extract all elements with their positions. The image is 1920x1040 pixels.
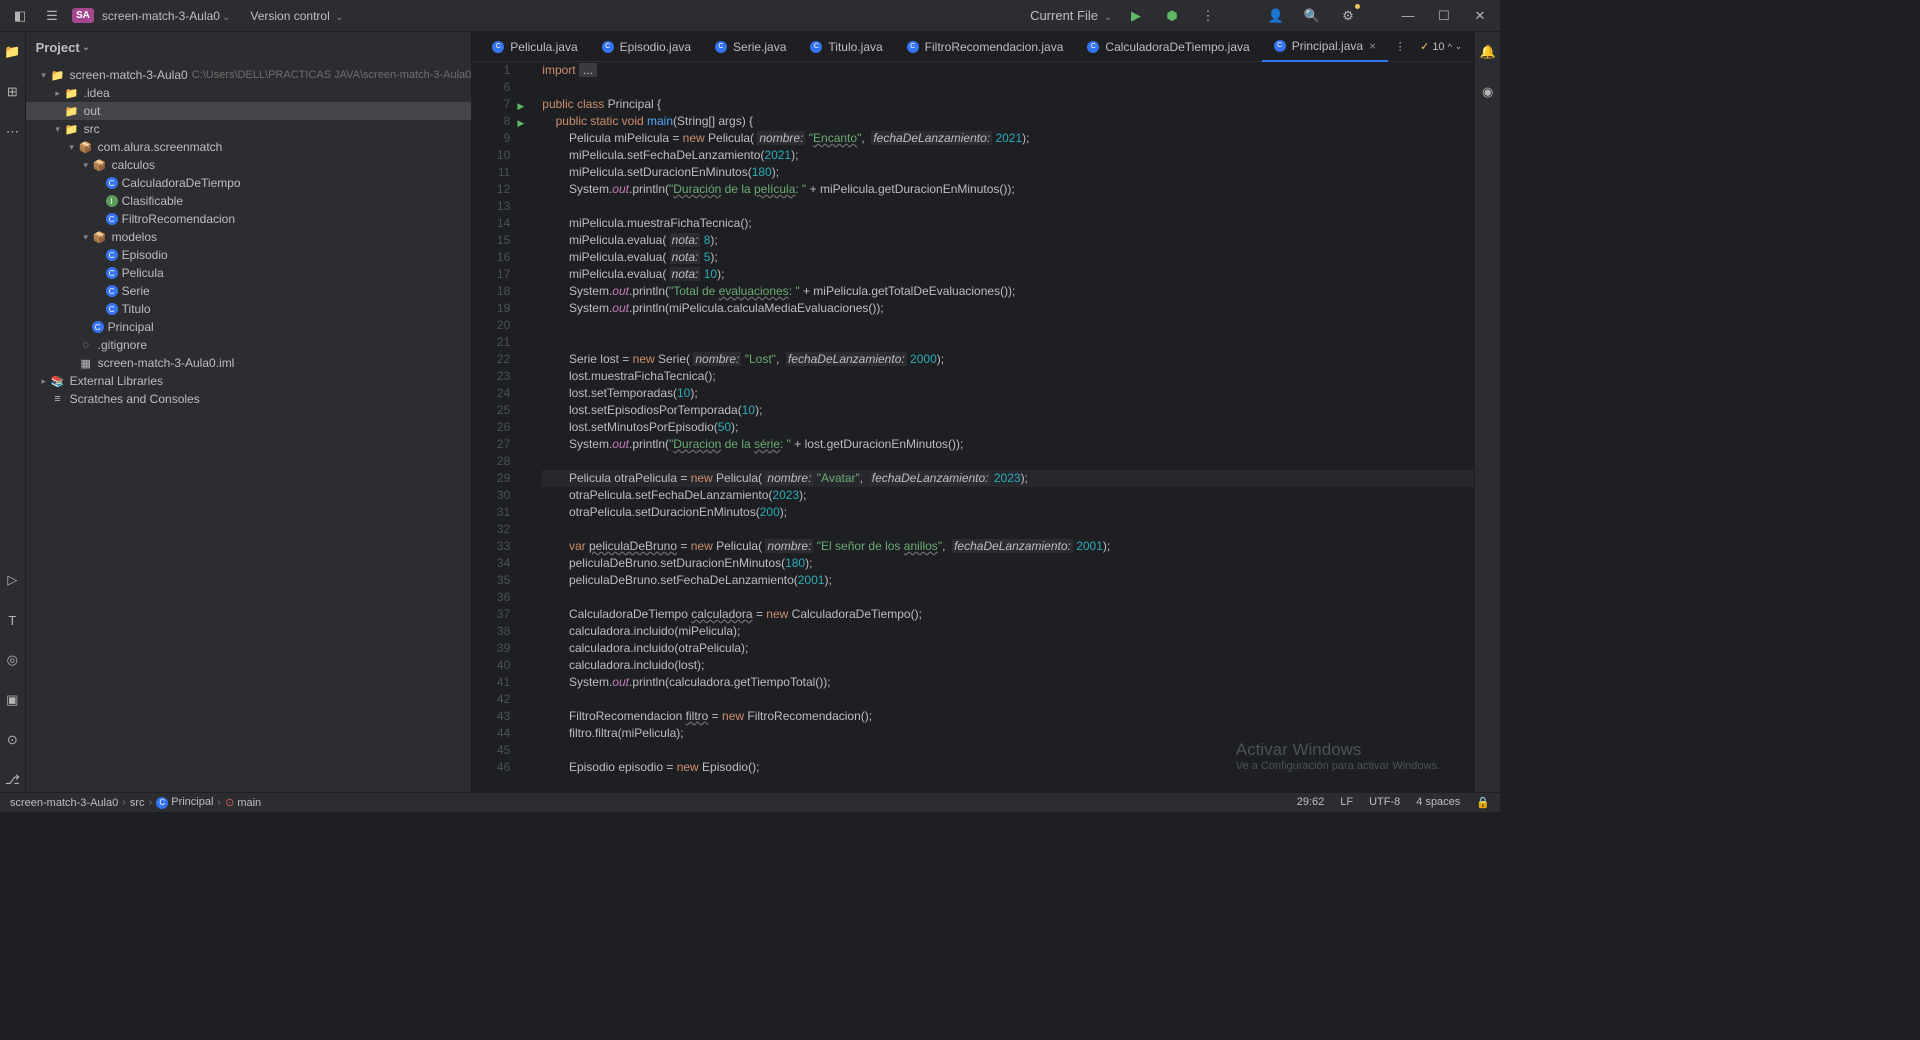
- editor-tab[interactable]: CCalculadoraDeTiempo.java: [1075, 32, 1261, 62]
- tree-item[interactable]: CEpisodio: [26, 246, 472, 264]
- structure-tool-icon[interactable]: ⊞: [0, 80, 24, 104]
- ai-assistant-icon[interactable]: ◉: [1476, 80, 1500, 104]
- editor-tab[interactable]: CPelicula.java: [480, 32, 589, 62]
- editor-tab[interactable]: CTitulo.java: [798, 32, 894, 62]
- file-encoding[interactable]: UTF-8: [1369, 796, 1400, 809]
- editor-tab[interactable]: CFiltroRecomendacion.java: [895, 32, 1076, 62]
- breadcrumb[interactable]: screen-match-3-Aula0›src›CPrincipal›⊙mai…: [10, 796, 261, 809]
- tree-item[interactable]: CPrincipal: [26, 318, 472, 336]
- editor-tabs: CPelicula.javaCEpisodio.javaCSerie.javaC…: [472, 32, 1474, 62]
- notifications-icon[interactable]: 🔔: [1476, 40, 1500, 64]
- right-tool-rail: 🔔 ◉: [1474, 32, 1500, 792]
- close-icon[interactable]: ✕: [1468, 4, 1492, 28]
- line-gutter: 167▶8▶9101112131415161718192021222324252…: [472, 62, 522, 792]
- project-badge: SA: [72, 8, 94, 23]
- search-icon[interactable]: 🔍: [1300, 4, 1324, 28]
- breadcrumb-item[interactable]: screen-match-3-Aula0: [10, 797, 118, 809]
- left-tool-rail: 📁 ⊞ ⋯ ▷ T ◎ ▣ ⊙ ⎇: [0, 32, 26, 792]
- project-sidebar: Project ⌄ ▾📁screen-match-3-Aula0C:\Users…: [26, 32, 473, 792]
- project-tree[interactable]: ▾📁screen-match-3-Aula0C:\Users\DELL\PRAC…: [26, 62, 472, 792]
- tree-item[interactable]: CTitulo: [26, 300, 472, 318]
- tree-item[interactable]: ▦screen-match-3-Aula0.iml: [26, 354, 472, 372]
- breadcrumb-item[interactable]: CPrincipal: [156, 796, 213, 809]
- indent-info[interactable]: 4 spaces: [1416, 796, 1460, 809]
- code-with-me-icon[interactable]: 👤: [1264, 4, 1288, 28]
- tree-item[interactable]: ▸📚External Libraries: [26, 372, 472, 390]
- tree-item[interactable]: IClasificable: [26, 192, 472, 210]
- line-separator[interactable]: LF: [1340, 796, 1353, 809]
- code-content[interactable]: import ...public class Principal { publi…: [522, 62, 1474, 792]
- more-tool-icon[interactable]: ⋯: [0, 120, 24, 144]
- tree-item[interactable]: ◌.gitignore: [26, 336, 472, 354]
- git-tool-icon[interactable]: ⎇: [0, 768, 24, 792]
- readonly-icon[interactable]: 🔒: [1476, 796, 1490, 809]
- editor-tab[interactable]: CPrincipal.java×: [1262, 32, 1388, 62]
- project-header[interactable]: Project ⌄: [26, 32, 472, 62]
- build-tool-icon[interactable]: ▣: [0, 688, 24, 712]
- tree-item[interactable]: 📁out: [26, 102, 472, 120]
- titlebar: ◧ ☰ SA screen-match-3-Aula0⌄ Version con…: [0, 0, 1500, 32]
- debug-button[interactable]: ⬢: [1160, 4, 1184, 28]
- tree-item[interactable]: CCalculadoraDeTiempo: [26, 174, 472, 192]
- cursor-position[interactable]: 29:62: [1297, 796, 1325, 809]
- project-tool-icon[interactable]: 📁: [0, 40, 24, 64]
- statusbar: screen-match-3-Aula0›src›CPrincipal›⊙mai…: [0, 792, 1500, 812]
- run-config-dropdown[interactable]: Current File ⌄: [1030, 8, 1112, 23]
- minimize-icon[interactable]: —: [1396, 4, 1420, 28]
- tree-item[interactable]: ▾📦calculos: [26, 156, 472, 174]
- maximize-icon[interactable]: ☐: [1432, 4, 1456, 28]
- editor-tab[interactable]: CEpisodio.java: [590, 32, 703, 62]
- terminal-tool-icon[interactable]: T: [0, 608, 24, 632]
- services-tool-icon[interactable]: ◎: [0, 648, 24, 672]
- tree-item[interactable]: CFiltroRecomendacion: [26, 210, 472, 228]
- project-dropdown[interactable]: screen-match-3-Aula0⌄: [102, 8, 230, 23]
- app-icon[interactable]: ◧: [8, 4, 32, 28]
- tab-close-icon[interactable]: ×: [1369, 39, 1376, 53]
- tree-item[interactable]: ▾📦com.alura.screenmatch: [26, 138, 472, 156]
- tab-options-icon[interactable]: ⋮: [1388, 35, 1412, 59]
- tree-item[interactable]: ▾📁screen-match-3-Aula0C:\Users\DELL\PRAC…: [26, 66, 472, 84]
- run-tool-icon[interactable]: ▷: [0, 568, 24, 592]
- editor-tab[interactable]: CSerie.java: [703, 32, 798, 62]
- breadcrumb-item[interactable]: ⊙main: [225, 796, 261, 809]
- tree-item[interactable]: ▸📁.idea: [26, 84, 472, 102]
- more-actions-icon[interactable]: ⋮: [1196, 4, 1220, 28]
- inspection-widget[interactable]: ✓10 ^ ⌄: [1420, 40, 1462, 53]
- tree-item[interactable]: ▾📁src: [26, 120, 472, 138]
- tree-item[interactable]: CSerie: [26, 282, 472, 300]
- breadcrumb-item[interactable]: src: [130, 797, 145, 809]
- code-editor[interactable]: 167▶8▶9101112131415161718192021222324252…: [472, 62, 1474, 792]
- editor-area: CPelicula.javaCEpisodio.javaCSerie.javaC…: [472, 32, 1474, 792]
- hamburger-icon[interactable]: ☰: [40, 4, 64, 28]
- tree-item[interactable]: ▾📦modelos: [26, 228, 472, 246]
- problems-tool-icon[interactable]: ⊙: [0, 728, 24, 752]
- tree-item[interactable]: ≡Scratches and Consoles: [26, 390, 472, 408]
- run-button[interactable]: ▶: [1124, 4, 1148, 28]
- version-control-dropdown[interactable]: Version control ⌄: [250, 9, 343, 23]
- settings-icon[interactable]: ⚙: [1336, 4, 1360, 28]
- tree-item[interactable]: CPelicula: [26, 264, 472, 282]
